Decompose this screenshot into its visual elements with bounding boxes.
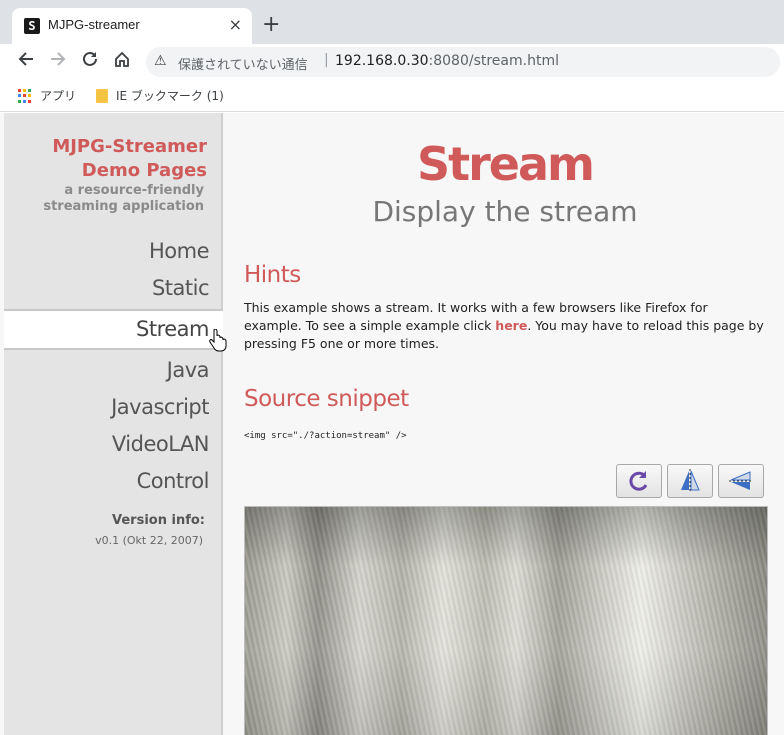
here-link[interactable]: here	[495, 318, 527, 333]
reload-icon	[83, 51, 97, 66]
home-icon	[115, 51, 129, 67]
url-host: 192.168.0.30	[335, 53, 429, 69]
mjpg-favicon-icon: S	[24, 18, 40, 34]
back-arrow-icon	[18, 52, 33, 66]
forward-button[interactable]	[46, 50, 70, 74]
version-value: v0.1 (Okt 22, 2007)	[95, 534, 203, 547]
menu-item-home[interactable]: Home	[4, 233, 223, 270]
hints-paragraph: This example shows a stream. It works wi…	[244, 299, 768, 353]
stream-shading	[245, 507, 767, 735]
menu-item-java[interactable]: Java	[4, 352, 223, 389]
menu-item-javascript[interactable]: Javascript	[4, 389, 223, 426]
hand-cursor-icon	[209, 328, 227, 359]
sidebar: MJPG-Streamer Demo Pages a resource-frie…	[4, 113, 223, 735]
bookmark-apps[interactable]: アプリ	[40, 87, 76, 104]
forward-arrow-icon	[51, 52, 66, 66]
stream-controls	[616, 464, 764, 498]
omnibox-separator: |	[324, 52, 329, 68]
main-menu: Home Static Stream Java Javascript Video…	[4, 233, 223, 500]
page-viewport: MJPG-Streamer Demo Pages a resource-frie…	[0, 113, 784, 735]
warning-triangle-icon[interactable]: ⚠	[154, 53, 167, 69]
tab-title: MJPG-streamer	[48, 17, 140, 32]
folder-icon	[96, 89, 108, 103]
browser-toolbar: ⚠ 保護されていない通信 | 192.168.0.30:8080/stream.…	[0, 44, 784, 80]
tab-close-icon[interactable]: ×	[229, 16, 242, 34]
menu-item-videolan[interactable]: VideoLAN	[4, 426, 223, 463]
bookmarks-bar: アプリ IE ブックマーク (1)	[0, 80, 784, 112]
source-snippet-heading: Source snippet	[244, 386, 409, 412]
url-text[interactable]: 192.168.0.30:8080/stream.html	[335, 53, 559, 69]
menu-item-stream[interactable]: Stream	[4, 309, 223, 350]
rotate-button[interactable]	[616, 464, 662, 498]
home-button[interactable]	[110, 50, 134, 74]
hints-heading: Hints	[244, 262, 301, 288]
menu-item-control[interactable]: Control	[4, 463, 223, 500]
flip-vertical-button[interactable]	[667, 464, 713, 498]
menu-item-static[interactable]: Static	[4, 270, 223, 307]
main-content: Stream Display the stream Hints This exa…	[244, 113, 772, 735]
url-path: :8080/stream.html	[428, 53, 559, 69]
brand-line-1: MJPG-Streamer	[52, 136, 207, 157]
flip-vertical-icon	[681, 469, 700, 493]
version-title: Version info:	[112, 513, 205, 528]
reload-button[interactable]	[78, 50, 102, 74]
tagline: a resource-friendly streaming applicatio…	[43, 183, 204, 214]
page-title: Stream	[417, 137, 595, 191]
source-code: <img src="./?action=stream" />	[244, 431, 407, 441]
flip-horizontal-button[interactable]	[718, 464, 764, 498]
new-tab-button[interactable]: +	[262, 13, 280, 37]
rotate-icon	[629, 471, 648, 491]
flip-horizontal-icon	[729, 471, 753, 490]
insecure-label[interactable]: 保護されていない通信	[178, 54, 308, 73]
brand-line-2: Demo Pages	[81, 160, 207, 181]
tab-strip: S MJPG-streamer × +	[0, 0, 784, 44]
bookmark-ie-folder[interactable]: IE ブックマーク (1)	[116, 87, 224, 104]
page-subtitle: Display the stream	[372, 195, 638, 228]
address-bar[interactable]: ⚠ 保護されていない通信 | 192.168.0.30:8080/stream.…	[146, 47, 780, 77]
brand-title: MJPG-Streamer Demo Pages	[52, 135, 207, 183]
browser-tab[interactable]: S MJPG-streamer ×	[12, 8, 252, 44]
apps-grid-icon[interactable]	[18, 89, 32, 103]
back-button[interactable]	[14, 50, 38, 74]
video-stream-image	[244, 506, 768, 735]
